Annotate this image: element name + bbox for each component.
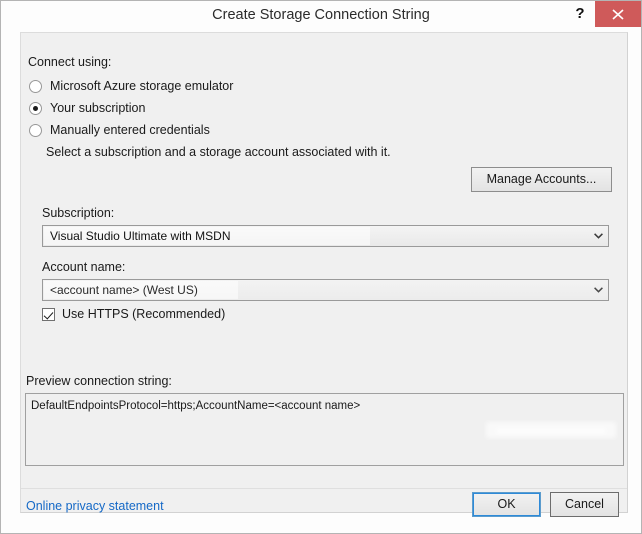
preview-connection-string-box[interactable]: DefaultEndpointsProtocol=https;AccountNa… (25, 393, 624, 466)
use-https-checkbox[interactable]: Use HTTPS (Recommended) (42, 305, 225, 323)
ok-button[interactable]: OK (472, 492, 541, 517)
close-icon (612, 9, 624, 20)
radio-your-subscription[interactable]: Your subscription (29, 99, 145, 117)
manage-accounts-button[interactable]: Manage Accounts... (471, 167, 612, 192)
radio-label: Your subscription (50, 101, 146, 115)
title-bar: Create Storage Connection String ? (1, 1, 641, 30)
subscription-value: Visual Studio Ultimate with MSDN (50, 229, 231, 243)
dialog-content-panel: Connect using: Microsoft Azure storage e… (20, 32, 628, 517)
connect-using-label: Connect using: (28, 55, 112, 69)
online-privacy-statement-link[interactable]: Online privacy statement (26, 499, 164, 513)
chevron-down-icon[interactable] (589, 280, 608, 300)
footer-divider (21, 488, 627, 489)
radio-manual-credentials[interactable]: Manually entered credentials (29, 121, 210, 139)
account-name-label: Account name: (42, 260, 126, 274)
description-text: Select a subscription and a storage acco… (46, 145, 391, 159)
radio-icon-selected (29, 101, 42, 115)
preview-connection-string-text: DefaultEndpointsProtocol=https;AccountNa… (31, 400, 361, 412)
subscription-dropdown[interactable]: Visual Studio Ultimate with MSDN (42, 225, 609, 247)
radio-label: Microsoft Azure storage emulator (50, 79, 234, 93)
render-artifact (486, 422, 616, 438)
radio-icon (29, 123, 42, 137)
dialog-title: Create Storage Connection String (212, 7, 430, 23)
help-icon[interactable]: ? (566, 1, 594, 27)
cancel-button[interactable]: Cancel (550, 492, 619, 517)
dialog-window: Create Storage Connection String ? Conne… (0, 0, 642, 534)
chevron-down-icon[interactable] (589, 226, 608, 246)
radio-storage-emulator[interactable]: Microsoft Azure storage emulator (29, 77, 233, 95)
checkbox-icon-checked (42, 307, 55, 321)
use-https-label: Use HTTPS (Recommended) (62, 307, 226, 321)
preview-label: Preview connection string: (26, 374, 172, 388)
subscription-label: Subscription: (42, 206, 115, 220)
account-name-dropdown[interactable]: <account name> (West US) (42, 279, 609, 301)
radio-icon (29, 79, 42, 93)
radio-label: Manually entered credentials (50, 123, 210, 137)
render-artifact (496, 428, 606, 434)
close-button[interactable] (595, 1, 641, 27)
account-name-value: <account name> (West US) (50, 283, 198, 297)
